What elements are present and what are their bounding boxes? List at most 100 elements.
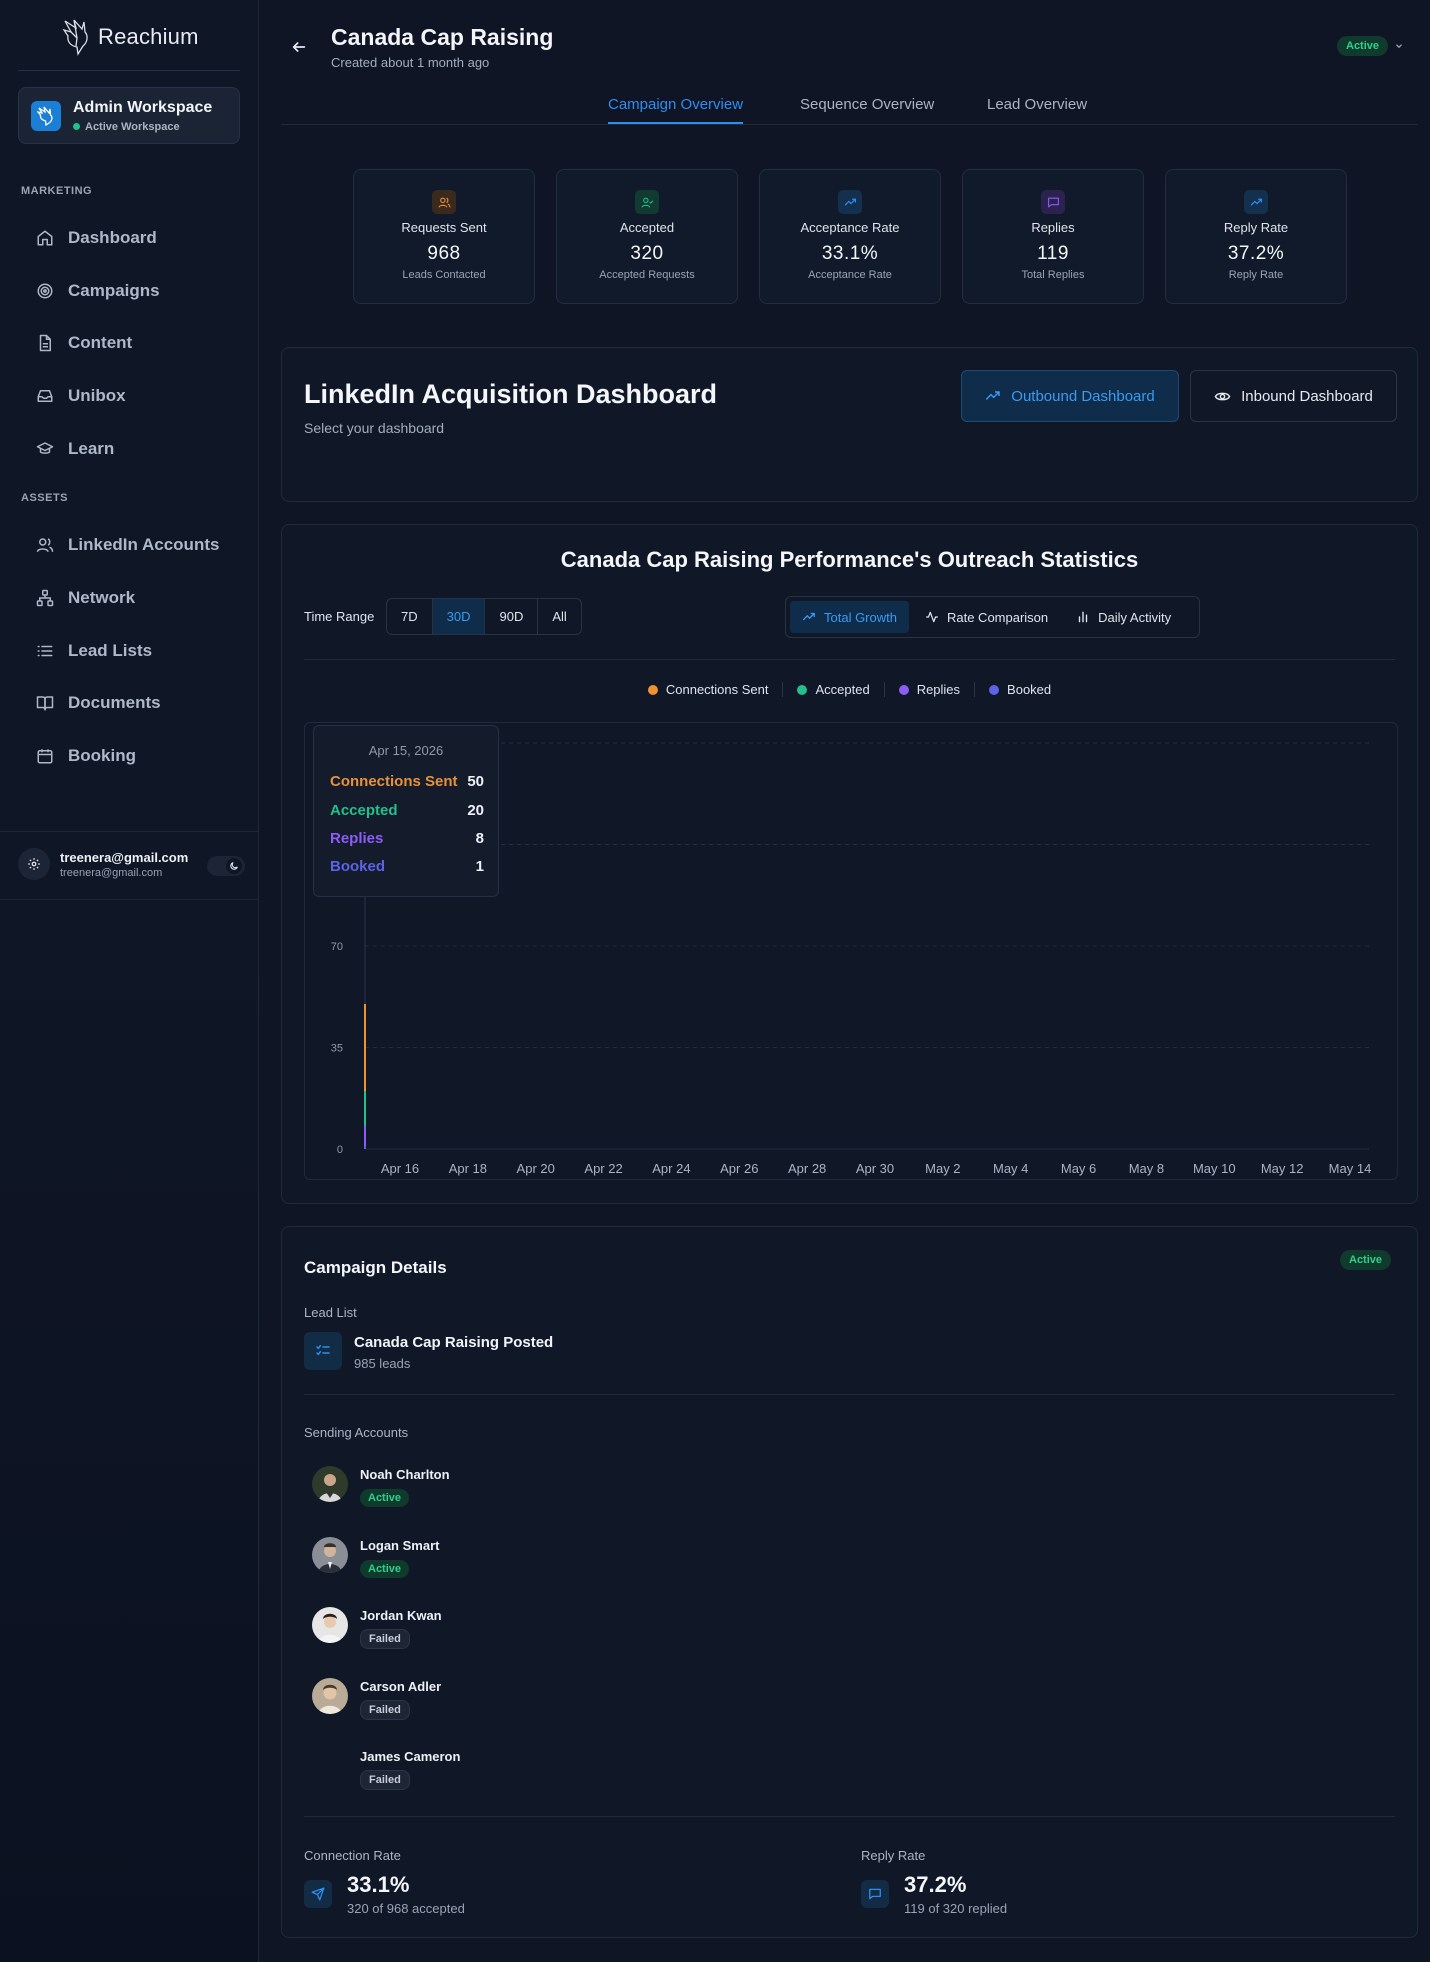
trending-up-icon	[838, 190, 862, 214]
account-name: Jordan Kwan	[360, 1608, 442, 1623]
send-icon	[304, 1880, 332, 1908]
x-tick-label: May 8	[1129, 1161, 1164, 1176]
stat-label: Requests Sent	[401, 220, 487, 235]
legend-accepted[interactable]: Accepted	[783, 682, 885, 697]
sidebar-item-dashboard[interactable]: Dashboard	[36, 228, 157, 248]
account-name: Carson Adler	[360, 1679, 442, 1694]
moon-icon	[226, 858, 242, 874]
workspace-switcher[interactable]: Admin Workspace Active Workspace	[18, 87, 240, 144]
sidebar-item-label: Dashboard	[68, 228, 157, 247]
graduation-cap-icon	[36, 440, 54, 458]
sending-account-item[interactable]: Carson Adler Failed	[312, 1678, 441, 1720]
app-logo[interactable]: Reachium	[62, 18, 199, 56]
list-icon	[36, 642, 54, 660]
account-name: James Cameron	[360, 1749, 461, 1764]
inbound-dashboard-button[interactable]: Inbound Dashboard	[1190, 370, 1397, 422]
outbound-dashboard-button[interactable]: Outbound Dashboard	[961, 370, 1179, 422]
stat-value: 37.2%	[1227, 243, 1285, 264]
message-icon	[861, 1880, 889, 1908]
range-90d-button[interactable]: 90D	[485, 599, 539, 634]
tab-sequence-overview[interactable]: Sequence Overview	[800, 96, 934, 122]
sidebar-item-learn[interactable]: Learn	[36, 439, 114, 459]
arrow-left-icon	[291, 39, 307, 55]
legend-label: Booked	[1007, 682, 1052, 697]
legend-replies[interactable]: Replies	[885, 682, 976, 697]
sidebar-item-lead-lists[interactable]: Lead Lists	[36, 641, 152, 661]
tooltip-row: Connections Sent 50	[330, 773, 484, 790]
divider	[18, 70, 240, 71]
x-tick-label: Apr 26	[720, 1161, 758, 1176]
sidebar-item-unibox[interactable]: Unibox	[36, 386, 126, 406]
tooltip-label: Replies	[330, 830, 384, 847]
back-button[interactable]	[288, 36, 310, 58]
tab-lead-overview[interactable]: Lead Overview	[987, 96, 1087, 122]
time-range-label: Time Range	[304, 609, 375, 624]
sidebar: Reachium Admin Workspace Active Workspac…	[0, 0, 259, 1962]
active-status-dot	[73, 123, 80, 130]
sidebar-item-label: LinkedIn Accounts	[68, 535, 220, 554]
range-30d-button[interactable]: 30D	[432, 599, 486, 634]
sending-account-item[interactable]: James Cameron Failed	[312, 1748, 460, 1790]
range-all-button[interactable]: All	[538, 599, 580, 634]
view-label: Total Growth	[824, 609, 897, 625]
stat-label: Reply Rate	[1223, 220, 1289, 235]
inbox-icon	[36, 387, 54, 405]
range-7d-button[interactable]: 7D	[387, 599, 433, 634]
calendar-icon	[36, 747, 54, 765]
reply-rate-label: Reply Rate	[861, 1848, 926, 1863]
lead-list-name[interactable]: Canada Cap Raising Posted	[354, 1334, 553, 1351]
user-profile[interactable]: treenera@gmail.com treenera@gmail.com	[18, 848, 188, 880]
tooltip-value: 50	[467, 773, 484, 790]
sidebar-item-label: Booking	[68, 746, 136, 765]
outbound-dashboard-label: Outbound Dashboard	[1011, 387, 1155, 405]
legend-connections-sent[interactable]: Connections Sent	[634, 682, 784, 697]
sidebar-item-network[interactable]: Network	[36, 588, 135, 608]
status-badge: Active	[1337, 36, 1389, 56]
sending-account-item[interactable]: Logan Smart Active	[312, 1537, 439, 1578]
x-tick-label: May 6	[1061, 1161, 1096, 1176]
inbound-dashboard-label: Inbound Dashboard	[1241, 387, 1373, 405]
sending-account-item[interactable]: Jordan Kwan Failed	[312, 1607, 442, 1649]
campaign-status-dropdown[interactable]: Active	[1337, 36, 1404, 56]
stat-value: 320	[630, 243, 664, 264]
stat-sub: Accepted Requests	[599, 269, 695, 281]
tooltip-row: Accepted 20	[330, 802, 484, 819]
theme-toggle[interactable]	[207, 856, 245, 876]
stat-card-requests-sent: Requests Sent 968 Leads Contacted	[353, 169, 535, 304]
tooltip-date: Apr 15, 2026	[368, 743, 444, 758]
sidebar-item-booking[interactable]: Booking	[36, 746, 136, 766]
tab-campaign-overview[interactable]: Campaign Overview	[608, 96, 744, 124]
x-tick-label: Apr 30	[856, 1161, 894, 1176]
sidebar-item-label: Lead Lists	[68, 641, 153, 660]
sidebar-item-linkedin-accounts[interactable]: LinkedIn Accounts	[36, 535, 219, 555]
sidebar-item-documents[interactable]: Documents	[36, 693, 161, 713]
sidebar-item-label: Content	[68, 333, 133, 352]
stat-label: Replies	[1031, 220, 1075, 235]
status-badge: Active	[1340, 1250, 1392, 1270]
legend-label: Accepted	[815, 682, 870, 697]
legend-label: Replies	[916, 682, 961, 697]
x-tick-label: Apr 20	[517, 1161, 555, 1176]
connection-rate-value: 33.1%	[347, 1872, 410, 1897]
users-icon	[432, 190, 456, 214]
sidebar-item-content[interactable]: Content	[36, 333, 132, 353]
sidebar-item-label: Campaigns	[68, 281, 160, 300]
user-check-icon	[635, 190, 659, 214]
stat-card-replies: Replies 119 Total Replies	[962, 169, 1144, 304]
gear-icon[interactable]	[18, 848, 50, 880]
sending-account-item[interactable]: Noah Charlton Active	[312, 1466, 450, 1507]
avatar	[312, 1748, 348, 1784]
sidebar-item-campaigns[interactable]: Campaigns	[36, 281, 160, 301]
view-daily-activity-button[interactable]: Daily Activity	[1064, 601, 1183, 633]
legend-booked[interactable]: Booked	[975, 682, 1065, 697]
x-tick-label: May 10	[1193, 1161, 1236, 1176]
view-rate-comparison-button[interactable]: Rate Comparison	[913, 601, 1060, 633]
reply-rate-value: 37.2%	[904, 1872, 967, 1897]
view-total-growth-button[interactable]: Total Growth	[790, 601, 909, 633]
connection-rate-label: Connection Rate	[304, 1848, 401, 1863]
avatar	[312, 1678, 348, 1714]
divider	[0, 831, 258, 832]
x-tick-label: May 12	[1261, 1161, 1304, 1176]
view-label: Rate Comparison	[946, 609, 1049, 625]
chart-view-selector: Total Growth Rate Comparison Daily Activ…	[785, 596, 1200, 638]
